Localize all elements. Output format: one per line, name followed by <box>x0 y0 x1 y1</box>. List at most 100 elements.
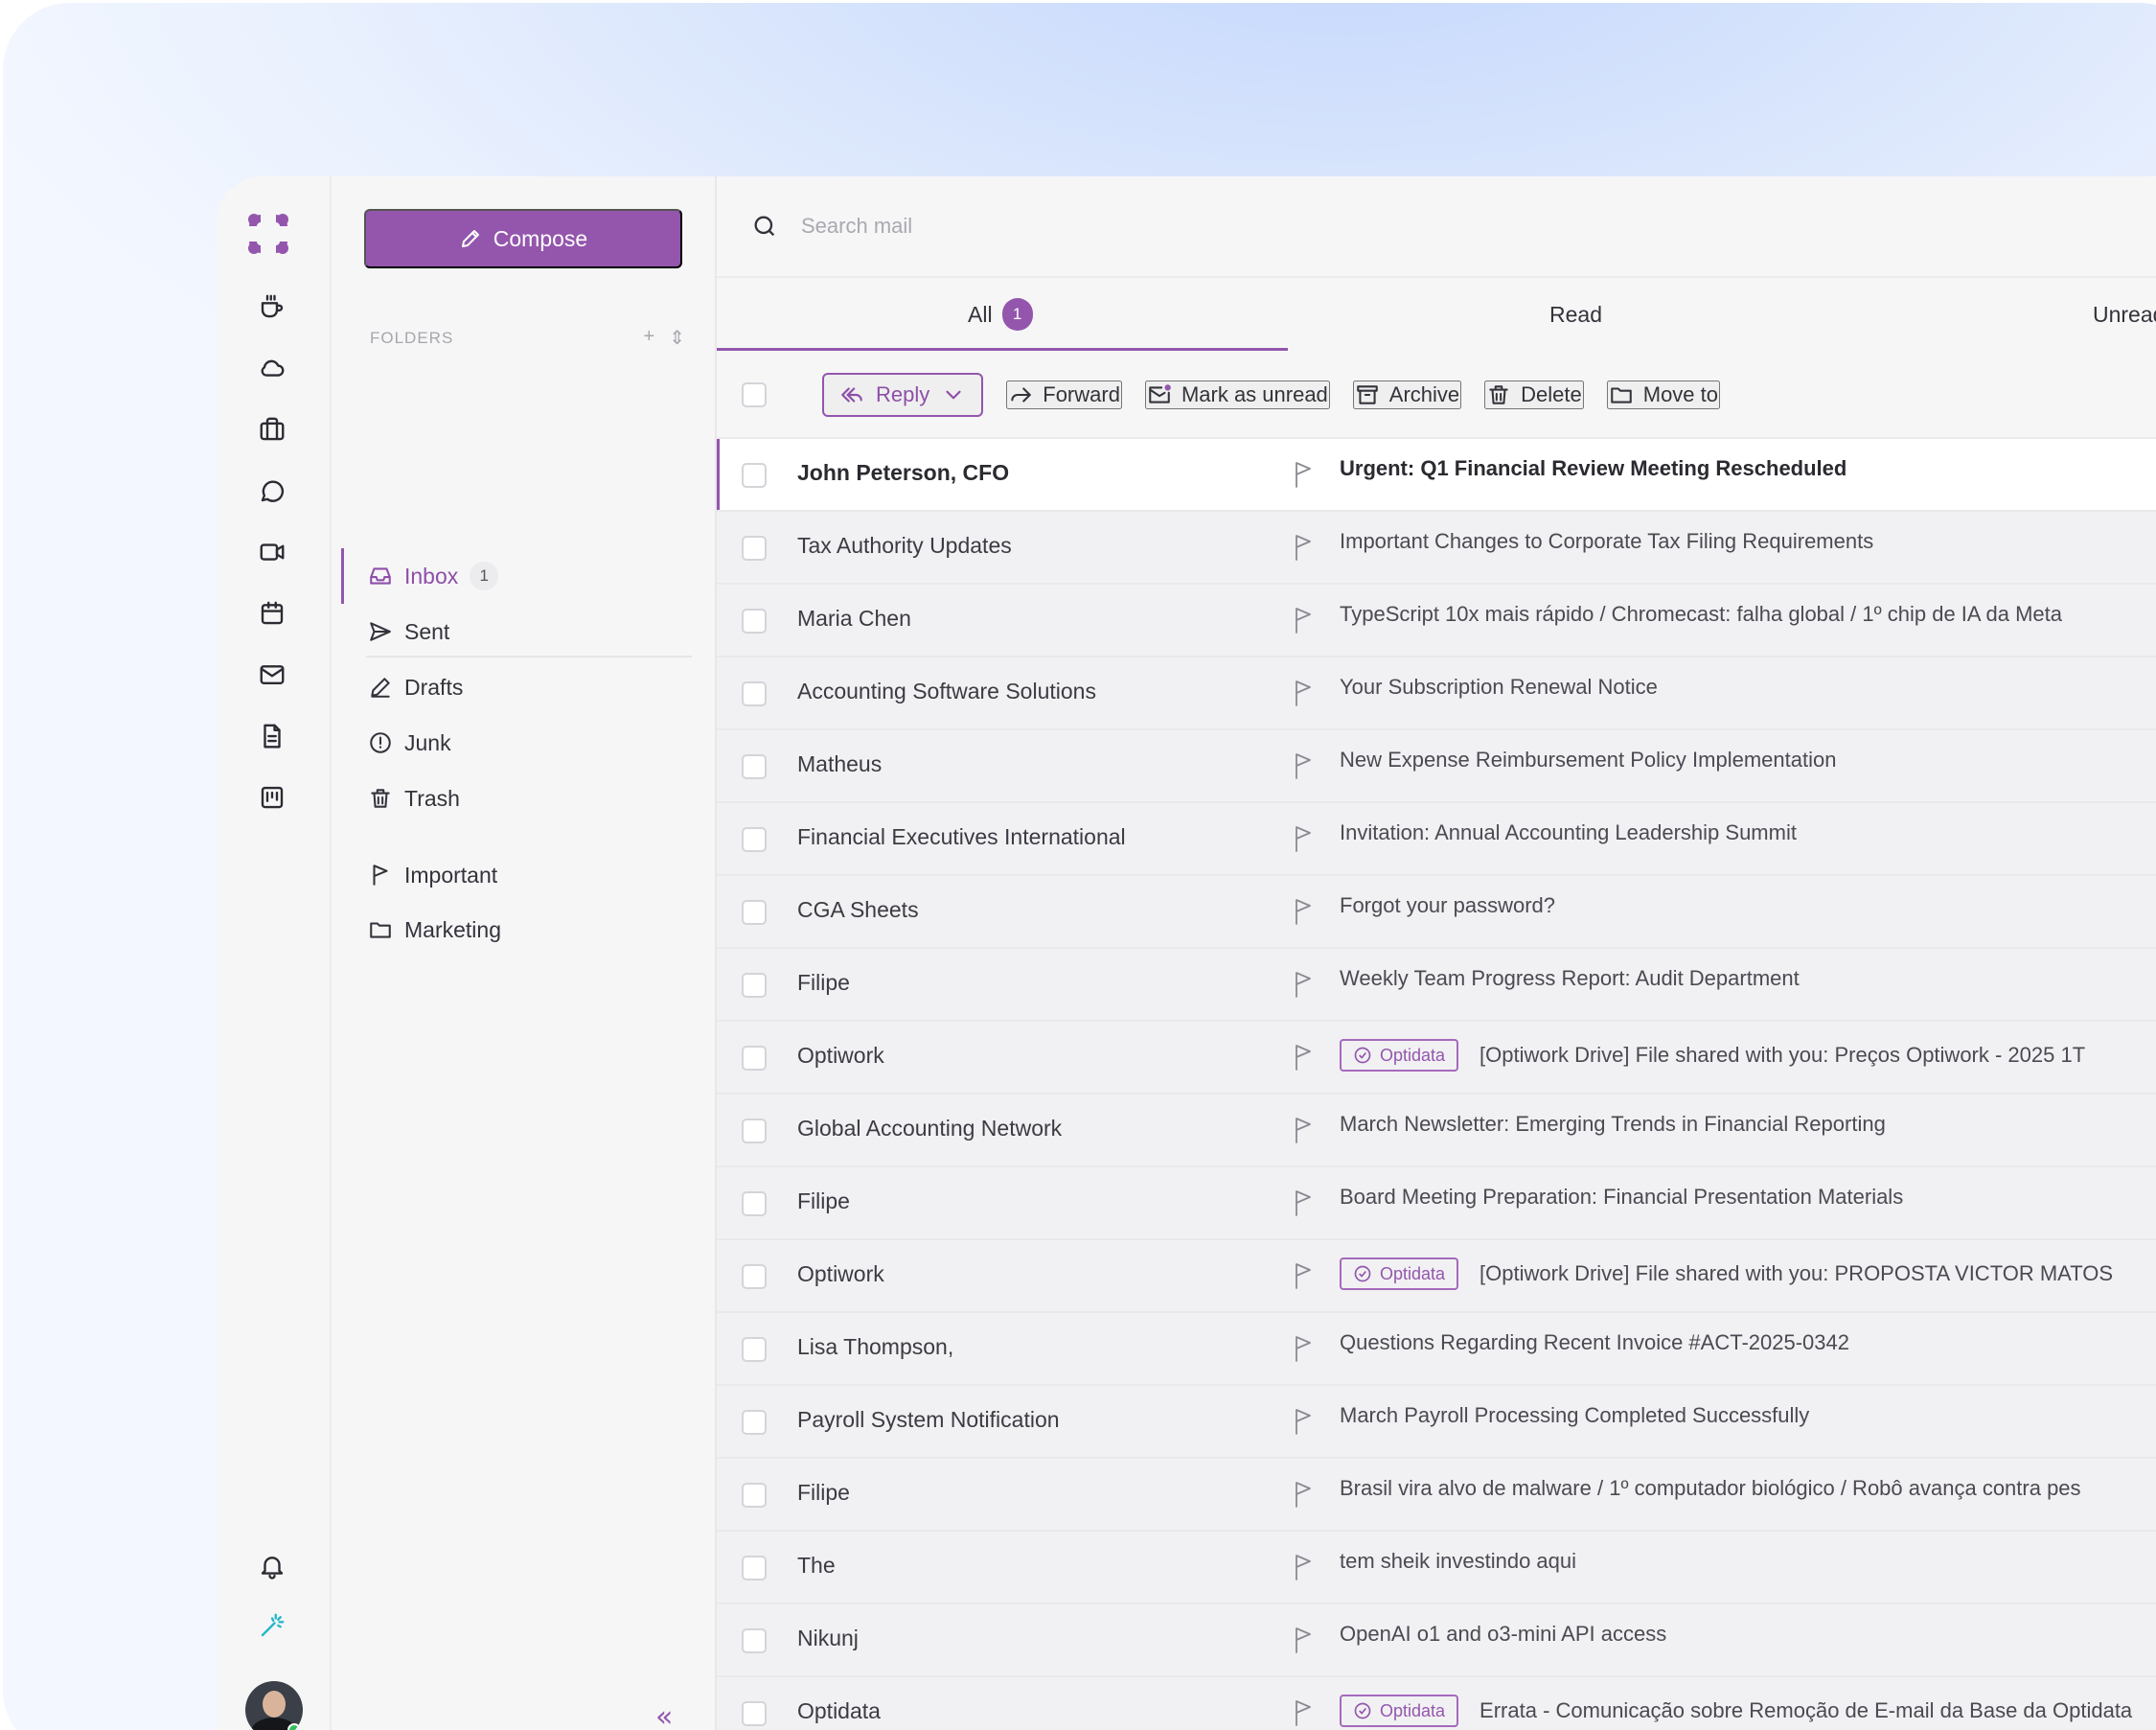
email-row[interactable]: Payroll System Notification March Payroll… <box>717 1386 2156 1459</box>
label-tag-text: Optidata <box>1380 1045 1446 1065</box>
email-subject: tem sheik investindo aqui <box>1340 1549 1577 1573</box>
email-row[interactable]: Optiwork Optidata [Optiwork Drive] File sh… <box>717 1022 2156 1095</box>
mark-unread-button[interactable]: Mark as unread <box>1144 381 1330 409</box>
flag-icon[interactable] <box>1292 1043 1319 1072</box>
tab-unread[interactable]: Unread <box>2093 278 2156 351</box>
folder-junk[interactable]: Junk <box>332 719 677 767</box>
chat-icon[interactable] <box>257 475 287 506</box>
flag-icon[interactable] <box>1292 1698 1319 1727</box>
flag-icon[interactable] <box>1292 679 1319 707</box>
email-row[interactable]: Tax Authority Updates Important Changes t… <box>717 512 2156 585</box>
bell-icon[interactable] <box>257 1551 287 1581</box>
app-logo-icon[interactable] <box>245 211 291 257</box>
flag-icon[interactable] <box>1292 897 1319 926</box>
email-row[interactable]: Nikunj OpenAI o1 and o3-mini API access <box>717 1604 2156 1677</box>
folder-marketing[interactable]: Marketing <box>332 906 677 954</box>
email-row[interactable]: Filipe Weekly Team Progress Report: Audit… <box>717 949 2156 1022</box>
flag-icon[interactable] <box>1292 1334 1319 1363</box>
forward-button[interactable]: Forward <box>1006 381 1122 409</box>
label-tag[interactable]: Optidata <box>1340 1257 1459 1290</box>
row-checkbox[interactable] <box>742 609 767 634</box>
label-tag[interactable]: Optidata <box>1340 1039 1459 1072</box>
video-icon[interactable] <box>257 537 287 567</box>
add-folder-icon[interactable]: + <box>644 326 656 350</box>
flag-icon[interactable] <box>1292 1553 1319 1581</box>
row-checkbox[interactable] <box>742 1191 767 1216</box>
flag-icon[interactable] <box>1292 1188 1319 1217</box>
folder-drafts[interactable]: Drafts <box>332 663 677 711</box>
row-checkbox[interactable] <box>742 754 767 779</box>
email-row[interactable]: Maria Chen TypeScript 10x mais rápido / C… <box>717 585 2156 657</box>
board-icon[interactable] <box>257 782 287 813</box>
folder-trash[interactable]: Trash <box>332 774 677 822</box>
row-checkbox[interactable] <box>742 1556 767 1580</box>
sort-folders-icon[interactable]: ⇕ <box>669 326 686 350</box>
flag-icon[interactable] <box>1292 970 1319 999</box>
move-to-button[interactable]: Move to <box>1606 381 1721 409</box>
row-checkbox[interactable] <box>742 827 767 852</box>
flag-icon[interactable] <box>1292 1407 1319 1436</box>
compose-button[interactable]: Compose <box>364 209 682 268</box>
document-icon[interactable] <box>257 721 287 751</box>
row-checkbox[interactable] <box>742 1337 767 1362</box>
row-checkbox[interactable] <box>742 681 767 706</box>
row-checkbox[interactable] <box>742 973 767 998</box>
email-row[interactable]: Accounting Software Solutions Your Subscr… <box>717 657 2156 730</box>
row-checkbox[interactable] <box>742 1701 767 1726</box>
collapse-sidebar-icon[interactable]: « <box>655 1700 673 1730</box>
flag-icon[interactable] <box>1292 533 1319 562</box>
label-tag[interactable]: Optidata <box>1340 1695 1459 1727</box>
select-all-checkbox[interactable] <box>742 382 767 407</box>
row-checkbox[interactable] <box>742 1628 767 1653</box>
reply-button[interactable]: Reply <box>822 373 984 417</box>
email-row[interactable]: Financial Executives International Invita… <box>717 803 2156 876</box>
email-subject-wrap: Questions Regarding Recent Invoice #ACT-… <box>1340 1330 1849 1355</box>
archive-button[interactable]: Archive <box>1352 381 1462 409</box>
row-checkbox[interactable] <box>742 1264 767 1289</box>
email-subject-wrap: Important Changes to Corporate Tax Filin… <box>1340 529 1873 554</box>
folder-sent[interactable]: Sent <box>332 608 677 656</box>
coffee-icon[interactable] <box>257 291 287 322</box>
archive-icon <box>1357 385 1378 404</box>
search-input[interactable] <box>801 214 1568 239</box>
email-row[interactable]: Global Accounting Network March Newslette… <box>717 1095 2156 1167</box>
row-checkbox[interactable] <box>742 1410 767 1435</box>
briefcase-icon[interactable] <box>257 414 287 445</box>
row-checkbox[interactable] <box>742 463 767 488</box>
row-checkbox[interactable] <box>742 1046 767 1071</box>
tab-read[interactable]: Read <box>1549 278 1602 351</box>
row-checkbox[interactable] <box>742 536 767 561</box>
email-sender: Matheus <box>797 751 883 776</box>
cloud-icon[interactable] <box>257 353 287 383</box>
email-subject-wrap: TypeScript 10x mais rápido / Chromecast:… <box>1340 602 2062 627</box>
flag-icon[interactable] <box>1292 606 1319 634</box>
email-row[interactable]: Filipe Brasil vira alvo de malware / 1º c… <box>717 1459 2156 1532</box>
user-avatar[interactable] <box>245 1681 303 1730</box>
mail-icon[interactable] <box>257 659 287 690</box>
flag-icon[interactable] <box>1292 1480 1319 1509</box>
row-checkbox[interactable] <box>742 1483 767 1508</box>
flag-icon[interactable] <box>1292 1116 1319 1144</box>
email-row[interactable]: Matheus New Expense Reimbursement Policy … <box>717 730 2156 803</box>
folder-inbox[interactable]: Inbox 1 <box>332 548 677 604</box>
delete-button[interactable]: Delete <box>1484 381 1584 409</box>
flag-icon[interactable] <box>1292 1261 1319 1290</box>
tab-all[interactable]: All 1 <box>968 278 1033 351</box>
row-checkbox[interactable] <box>742 900 767 925</box>
email-sender: Maria Chen <box>797 606 911 631</box>
email-row[interactable]: The tem sheik investindo aqui <box>717 1532 2156 1604</box>
email-row[interactable]: John Peterson, CFO Urgent: Q1 Financial R… <box>717 439 2156 512</box>
email-row[interactable]: Lisa Thompson, Questions Regarding Recent… <box>717 1313 2156 1386</box>
flag-icon[interactable] <box>1292 460 1319 489</box>
flag-icon[interactable] <box>1292 1626 1319 1654</box>
flag-icon[interactable] <box>1292 751 1319 780</box>
email-row[interactable]: Optiwork Optidata [Optiwork Drive] File sh… <box>717 1240 2156 1313</box>
calendar-icon[interactable] <box>257 598 287 629</box>
email-row[interactable]: CGA Sheets Forgot your password? <box>717 876 2156 949</box>
magic-wand-icon[interactable] <box>257 1610 287 1641</box>
email-row[interactable]: Filipe Board Meeting Preparation: Financi… <box>717 1167 2156 1240</box>
email-row[interactable]: Optidata Optidata Errata - Comunicação sob… <box>717 1677 2156 1730</box>
folder-important[interactable]: Important <box>332 851 677 899</box>
row-checkbox[interactable] <box>742 1119 767 1143</box>
flag-icon[interactable] <box>1292 824 1319 853</box>
